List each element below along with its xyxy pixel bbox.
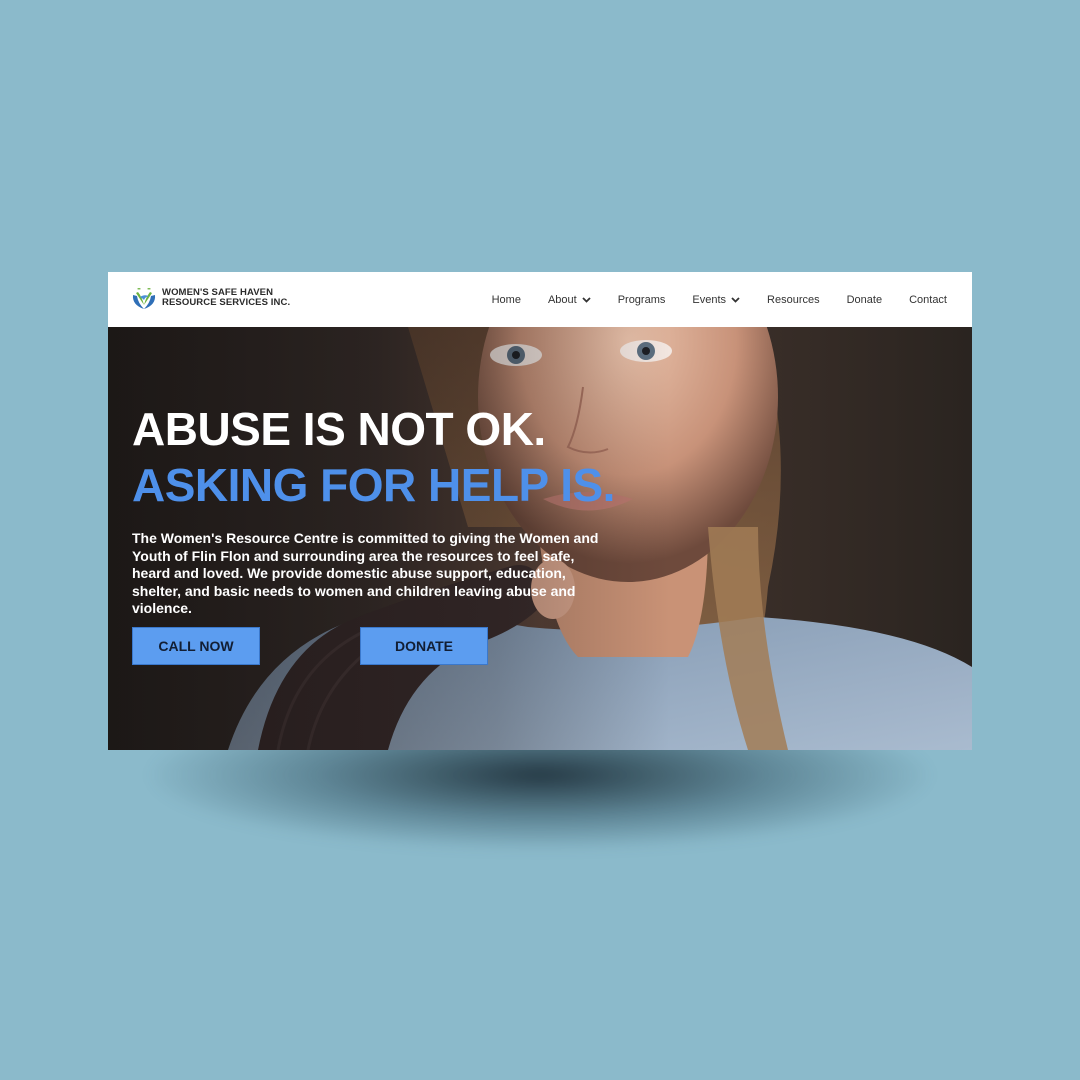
hero-description: The Women's Resource Centre is committed… <box>132 530 599 616</box>
main-nav: Home About Programs Events Resources Don… <box>465 272 947 327</box>
logo-text: WOMEN'S SAFE HAVEN RESOURCE SERVICES INC… <box>162 287 291 309</box>
website-screenshot: WOMEN'S SAFE HAVEN RESOURCE SERVICES INC… <box>108 272 972 750</box>
nav-item-label: About <box>547 293 577 306</box>
headline-line2: ASKING FOR HELP IS. <box>132 459 615 511</box>
chevron-down-icon <box>582 296 591 303</box>
site-header: WOMEN'S SAFE HAVEN RESOURCE SERVICES INC… <box>108 272 972 327</box>
hero-headline: ABUSE IS NOT OK. ASKING FOR HELP IS. <box>132 401 615 513</box>
nav-item-label: Donate <box>846 293 883 306</box>
nav-item-label: Events <box>692 293 727 306</box>
nav-item-events[interactable]: Events <box>692 294 740 306</box>
call-now-button[interactable]: CALL NOW <box>132 627 260 665</box>
site-logo[interactable]: WOMEN'S SAFE HAVEN RESOURCE SERVICES INC… <box>130 285 290 311</box>
headline-line1: ABUSE IS NOT OK. <box>132 403 546 455</box>
nav-item-resources[interactable]: Resources <box>767 294 820 306</box>
nav-item-programs[interactable]: Programs <box>618 294 666 306</box>
hero-section: ABUSE IS NOT OK. ASKING FOR HELP IS. The… <box>108 327 972 750</box>
nav-item-contact[interactable]: Contact <box>909 294 947 306</box>
logo-line2: RESOURCE SERVICES INC. <box>162 297 291 308</box>
nav-item-label: Resources <box>767 293 820 306</box>
nav-item-home[interactable]: Home <box>492 294 521 306</box>
hands-dove-logo-icon <box>132 288 156 309</box>
chevron-down-icon <box>731 296 740 303</box>
nav-item-label: Home <box>491 293 521 306</box>
nav-item-donate[interactable]: Donate <box>847 294 882 306</box>
nav-item-label: Programs <box>617 293 666 306</box>
nav-item-about[interactable]: About <box>548 294 591 306</box>
donate-button[interactable]: DONATE <box>360 627 488 665</box>
nav-item-label: Contact <box>909 293 947 306</box>
